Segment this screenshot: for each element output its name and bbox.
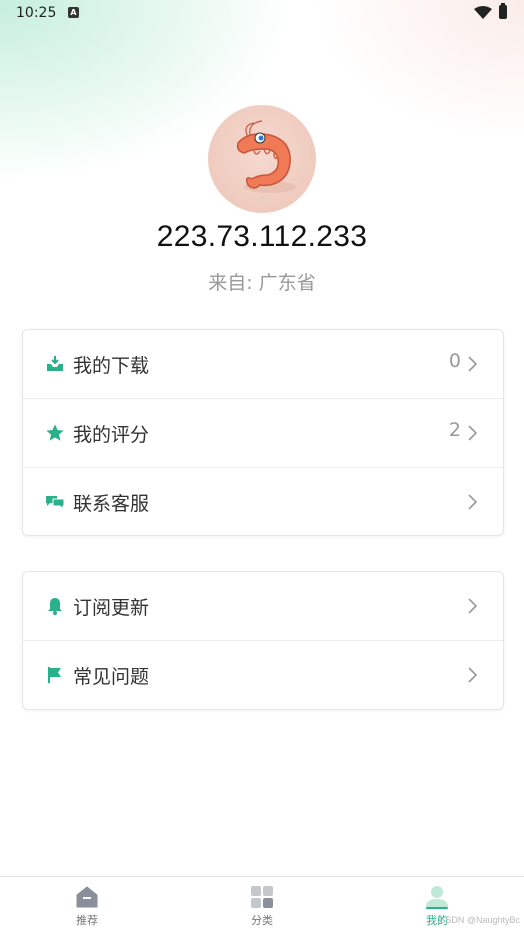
nav-label: 分类 — [251, 914, 273, 927]
menu-label: 我的下载 — [73, 355, 150, 377]
rating-count: 2 — [448, 419, 461, 441]
shrimp-avatar-icon — [236, 120, 296, 193]
chevron-right-icon — [468, 356, 478, 372]
nav-label: 推荐 — [76, 914, 98, 927]
chat-bubbles-icon — [46, 496, 65, 511]
chevron-right-icon — [468, 494, 478, 510]
menu-label: 常见问题 — [73, 666, 150, 688]
bell-icon — [48, 598, 62, 615]
chevron-right-icon — [468, 667, 478, 683]
menu-item-ratings[interactable]: 我的评分 2 — [23, 399, 503, 468]
menu-card-primary: 我的下载 0 我的评分 2 联系客服 — [22, 329, 504, 536]
status-time: 10:25 — [16, 5, 57, 21]
profile-ip: 223.73.112.233 — [156, 220, 368, 253]
battery-icon — [499, 3, 507, 19]
download-count: 0 — [448, 350, 461, 372]
status-bar: 10:25 A — [0, 0, 524, 28]
grid-icon — [251, 886, 273, 908]
home-icon — [76, 886, 98, 908]
menu-label: 订阅更新 — [73, 597, 150, 619]
menu-label: 联系客服 — [73, 493, 150, 515]
chevron-right-icon — [468, 425, 478, 441]
menu-item-subscribe[interactable]: 订阅更新 — [23, 572, 503, 641]
notification-badge-icon: A — [68, 7, 79, 18]
download-tray-icon — [47, 356, 63, 371]
menu-card-secondary: 订阅更新 常见问题 — [22, 571, 504, 710]
nav-item-category[interactable]: 分类 — [175, 877, 349, 933]
menu-item-downloads[interactable]: 我的下载 0 — [23, 330, 503, 399]
avatar[interactable] — [208, 105, 316, 213]
person-icon — [426, 886, 448, 909]
menu-item-faq[interactable]: 常见问题 — [23, 641, 503, 709]
chevron-right-icon — [468, 598, 478, 614]
menu-item-customer-service[interactable]: 联系客服 — [23, 468, 503, 536]
nav-item-recommend[interactable]: 推荐 — [0, 877, 174, 933]
star-icon — [46, 424, 64, 441]
wifi-icon — [474, 6, 492, 19]
flag-icon — [48, 667, 61, 683]
menu-label: 我的评分 — [73, 424, 150, 446]
watermark: CSDN @NaughtyBc — [438, 915, 520, 925]
profile-location: 来自: 广东省 — [208, 272, 316, 294]
